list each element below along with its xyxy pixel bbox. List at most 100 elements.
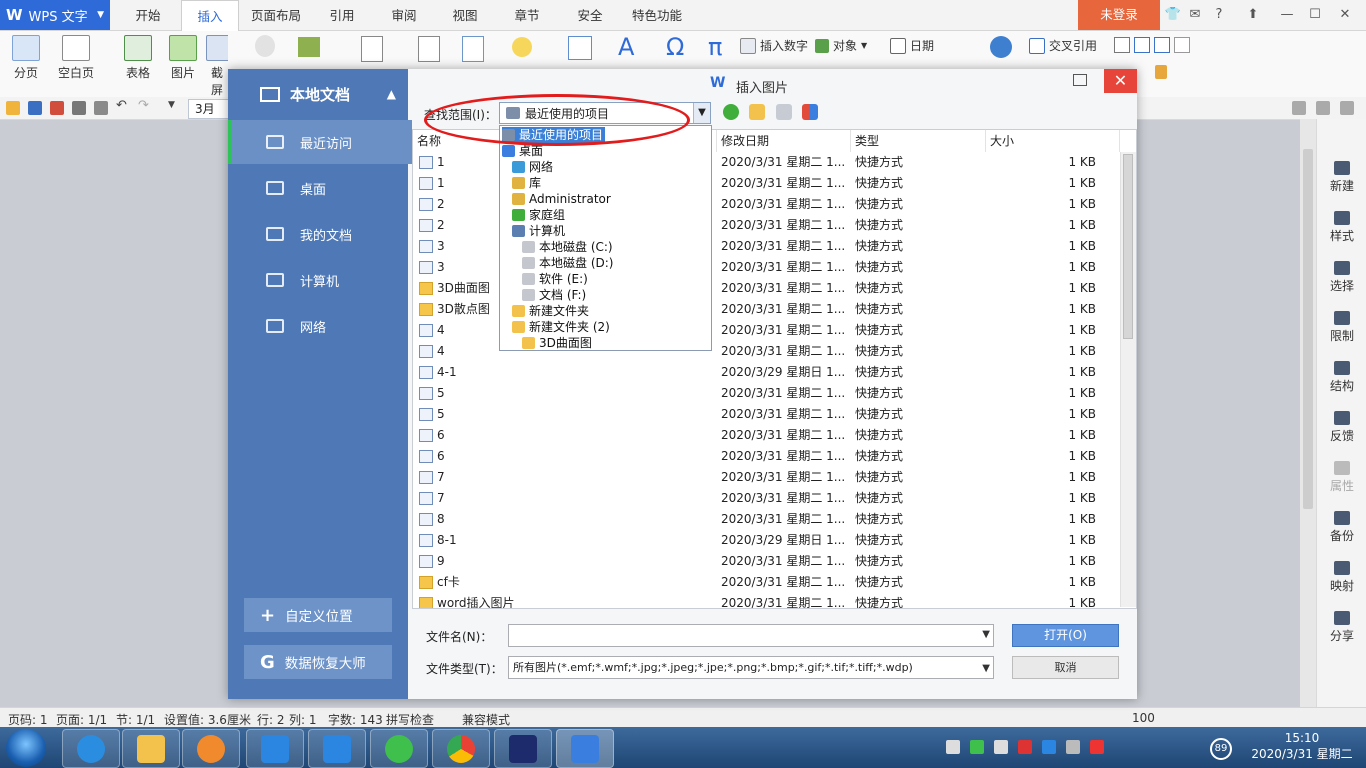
panel-structure[interactable]: 结构 — [1317, 361, 1366, 394]
file-row[interactable]: word插入图片 2020/3/31 星期二 1... 快捷方式 1 KB — [413, 593, 1118, 608]
panel-share[interactable]: 分享 — [1317, 611, 1366, 644]
chat-icon[interactable]: ✉ — [1184, 5, 1206, 25]
dropdown-item[interactable]: 计算机 — [512, 223, 565, 239]
page-number-icon[interactable] — [418, 36, 440, 62]
column-type[interactable]: 类型 — [851, 130, 986, 152]
dropdown-item[interactable]: Administrator — [512, 191, 611, 207]
filename-input[interactable]: ▼ — [508, 624, 994, 647]
tray-icon[interactable] — [1018, 740, 1032, 754]
location-my-documents[interactable]: 我的文档 — [228, 212, 408, 256]
filetype-select[interactable]: 所有图片(*.emf;*.wmf;*.jpg;*.jpeg;*.jpe;*.pn… — [508, 656, 994, 679]
dropdown-item[interactable]: 文档 (F:) — [522, 287, 586, 303]
close-icon[interactable]: ✕ — [1334, 5, 1356, 25]
dropdown-item[interactable]: 新建文件夹 (2) — [512, 319, 610, 335]
page-break-button[interactable]: 分页 — [6, 35, 46, 81]
taskbar-ie[interactable] — [62, 729, 120, 768]
start-button[interactable] — [6, 729, 46, 767]
upload-icon[interactable]: ⬆ — [1242, 5, 1264, 25]
blank-page-button[interactable]: 空白页 — [52, 35, 100, 81]
taskbar-media[interactable] — [182, 729, 240, 768]
export-pdf-icon[interactable] — [50, 101, 64, 115]
customize-icon[interactable]: ▼ — [168, 100, 182, 114]
tab-review[interactable]: 审阅 — [382, 0, 426, 30]
symbol-icon[interactable]: Ω — [666, 33, 684, 61]
taskbar-chrome[interactable] — [432, 729, 490, 768]
taskbar-security-2[interactable] — [308, 729, 366, 768]
panel-new[interactable]: 新建 — [1317, 161, 1366, 194]
panel-restrict[interactable]: 限制 — [1317, 311, 1366, 344]
tray-icon[interactable] — [946, 740, 960, 754]
panel-feedback[interactable]: 反馈 — [1317, 411, 1366, 444]
taskbar-security-1[interactable] — [246, 729, 304, 768]
file-row[interactable]: 7 2020/3/31 星期二 1... 快捷方式 1 KB — [413, 488, 1118, 509]
redo-icon[interactable]: ↷ — [138, 98, 152, 113]
quick-tool-icon[interactable] — [1292, 101, 1306, 115]
location-recent[interactable]: 最近访问 — [228, 120, 412, 164]
dropdown-item[interactable]: 家庭组 — [512, 207, 565, 223]
column-modified[interactable]: 修改日期 — [717, 130, 851, 152]
picture-button[interactable]: 图片 — [163, 35, 203, 81]
local-docs-header[interactable]: 本地文档 ▲ — [228, 69, 408, 119]
file-row[interactable]: 8 2020/3/31 星期二 1... 快捷方式 1 KB — [413, 509, 1118, 530]
chevron-down-icon[interactable]: ▼ — [693, 103, 710, 123]
file-row[interactable]: 7 2020/3/31 星期二 1... 快捷方式 1 KB — [413, 467, 1118, 488]
screenshot-button[interactable]: 截屏 — [206, 35, 228, 98]
form-field-icon[interactable] — [1114, 37, 1130, 53]
help-icon[interactable]: ? — [1208, 5, 1230, 25]
tab-home[interactable]: 开始 — [125, 0, 171, 30]
cross-reference-button[interactable]: 交叉引用 — [1029, 37, 1097, 54]
dialog-close-button[interactable]: ✕ — [1104, 69, 1137, 93]
tab-chapter[interactable]: 章节 — [505, 0, 549, 30]
taskbar-app[interactable] — [494, 729, 552, 768]
new-folder-icon[interactable] — [776, 104, 792, 120]
file-list-scrollbar[interactable] — [1120, 152, 1136, 607]
tab-security[interactable]: 安全 — [568, 0, 612, 30]
status-word-count[interactable]: 字数: 143 — [328, 711, 383, 728]
up-folder-icon[interactable] — [749, 104, 765, 120]
textbox-icon[interactable] — [462, 36, 484, 62]
tab-insert[interactable]: 插入 — [181, 0, 239, 32]
panel-mapping[interactable]: 映射 — [1317, 561, 1366, 594]
quick-tool-icon[interactable] — [1340, 101, 1354, 115]
chevron-down-icon[interactable]: ▼ — [982, 629, 990, 640]
panel-properties[interactable]: 属性 — [1317, 461, 1366, 494]
zoom-level[interactable]: 100 — [1132, 711, 1155, 725]
taskbar-wps[interactable] — [556, 729, 614, 768]
taskbar-clock[interactable]: 15:10 2020/3/31 星期二 — [1238, 730, 1366, 762]
dropdown-item[interactable]: 软件 (E:) — [522, 271, 588, 287]
tray-bluetooth-icon[interactable] — [1066, 740, 1080, 754]
location-network[interactable]: 网络 — [228, 304, 408, 348]
panel-style[interactable]: 样式 — [1317, 211, 1366, 244]
insert-number-button[interactable]: 插入数字 — [740, 37, 808, 54]
dropdown-item[interactable]: 库 — [512, 175, 541, 191]
image-field-icon[interactable] — [1174, 37, 1190, 53]
lock-icon[interactable] — [1155, 65, 1167, 79]
file-row[interactable]: 6 2020/3/31 星期二 1... 快捷方式 1 KB — [413, 425, 1118, 446]
app-menu-button[interactable]: W WPS 文字 ▼ — [0, 0, 110, 30]
maximize-icon[interactable]: ☐ — [1304, 5, 1326, 25]
tray-icon[interactable] — [994, 740, 1008, 754]
view-menu-icon[interactable] — [802, 104, 818, 120]
print-icon[interactable] — [72, 101, 86, 115]
tray-wechat-icon[interactable] — [970, 740, 984, 754]
minimize-icon[interactable]: — — [1276, 5, 1298, 25]
tab-special-features[interactable]: 特色功能 — [628, 0, 686, 30]
dropdown-item[interactable]: 本地磁盘 (C:) — [522, 239, 613, 255]
dropdown-item[interactable]: 网络 — [512, 159, 553, 175]
formula-icon[interactable]: π — [708, 33, 722, 61]
object-button[interactable]: 对象 ▼ — [815, 37, 867, 54]
save-icon[interactable] — [28, 101, 42, 115]
tab-references[interactable]: 引用 — [320, 0, 364, 30]
file-row[interactable]: cf卡 2020/3/31 星期二 1... 快捷方式 1 KB — [413, 572, 1118, 593]
textbox-frame-icon[interactable] — [568, 36, 592, 60]
print-preview-icon[interactable] — [94, 101, 108, 115]
chevron-down-icon[interactable]: ▼ — [982, 658, 990, 679]
dropdown-item[interactable]: 3D曲面图 — [522, 335, 592, 351]
tray-shield-icon[interactable] — [1042, 740, 1056, 754]
file-row[interactable]: 6 2020/3/31 星期二 1... 快捷方式 1 KB — [413, 446, 1118, 467]
date-button[interactable]: 日期 — [890, 37, 934, 54]
custom-location-button[interactable]: + 自定义位置 — [244, 598, 392, 632]
shape-icon[interactable] — [255, 35, 275, 57]
taskbar-explorer[interactable] — [122, 729, 180, 768]
undo-icon[interactable]: ↶ — [116, 98, 130, 113]
